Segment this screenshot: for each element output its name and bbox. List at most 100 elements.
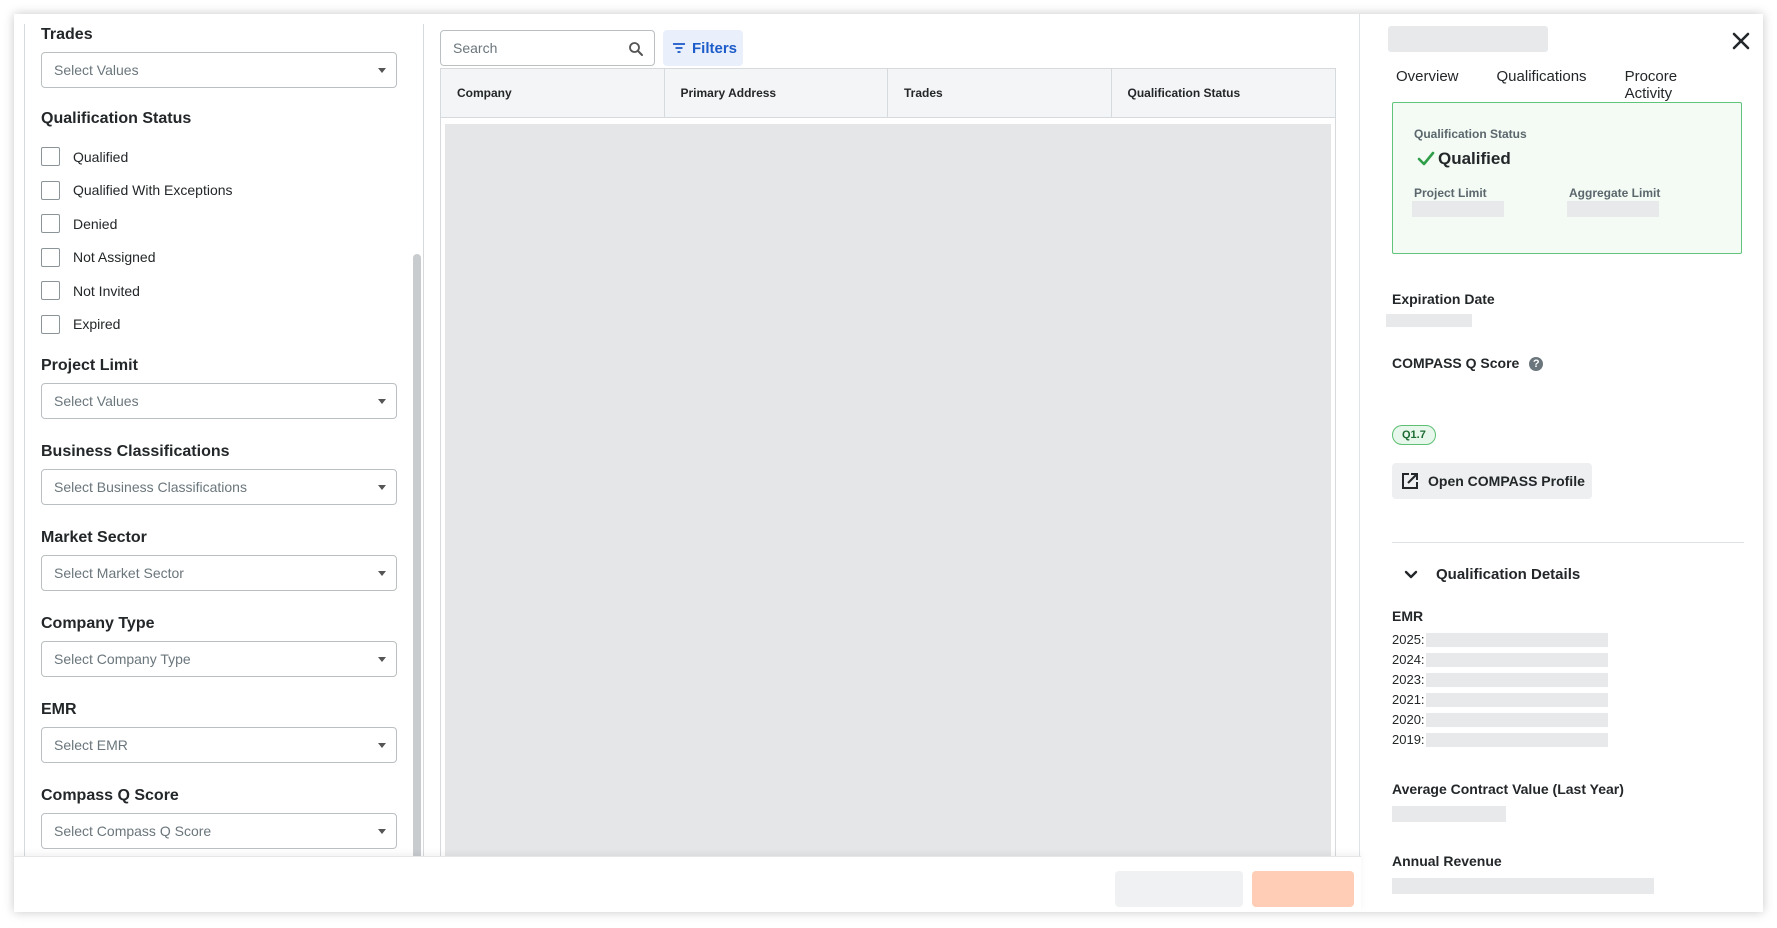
compass-q-score-heading: COMPASS Q Score ? bbox=[1392, 355, 1544, 372]
column-header-trades[interactable]: Trades bbox=[888, 69, 1112, 117]
filter-scrollbar[interactable] bbox=[413, 254, 421, 869]
checkbox-icon[interactable] bbox=[41, 214, 60, 234]
company-type-placeholder: Select Company Type bbox=[54, 651, 191, 667]
project-limit-placeholder bbox=[1412, 201, 1504, 217]
emr-year-row: 2024: bbox=[1392, 652, 1425, 667]
project-limit-label: Project Limit bbox=[1414, 186, 1487, 200]
checkbox-not-assigned[interactable]: Not Assigned bbox=[41, 241, 397, 275]
aggregate-limit-label: Aggregate Limit bbox=[1569, 186, 1661, 200]
caret-down-icon bbox=[378, 399, 386, 404]
emr-value-placeholder bbox=[1426, 653, 1608, 667]
compass-q-score-label: Compass Q Score bbox=[41, 787, 179, 804]
emr-year-row: 2025: bbox=[1392, 632, 1425, 647]
checkbox-icon[interactable] bbox=[41, 180, 60, 200]
company-detail-panel: Overview Qualifications Procore Activity… bbox=[1376, 14, 1763, 912]
qualification-details-toggle[interactable]: Qualification Details bbox=[1404, 566, 1580, 583]
checkbox-label: Qualified bbox=[73, 148, 129, 165]
filters-button-label: Filters bbox=[692, 39, 738, 57]
qualification-card: Qualification Status Qualified Project L… bbox=[1392, 102, 1742, 254]
tab-qualifications[interactable]: Qualifications bbox=[1496, 68, 1587, 106]
qualification-status-checkboxes: Qualified Qualified With Exceptions Deni… bbox=[41, 140, 397, 341]
checkbox-icon[interactable] bbox=[41, 147, 60, 167]
emr-value-placeholder bbox=[1426, 733, 1608, 747]
primary-button[interactable] bbox=[1252, 871, 1354, 907]
company-type-label: Company Type bbox=[41, 615, 155, 632]
emr-year-row: 2023: bbox=[1392, 672, 1425, 687]
filter-icon bbox=[673, 43, 685, 53]
checkbox-icon[interactable] bbox=[41, 314, 60, 334]
caret-down-icon bbox=[378, 485, 386, 490]
expiration-date-label: Expiration Date bbox=[1392, 291, 1495, 307]
modal-footer bbox=[14, 856, 1361, 912]
external-link-icon bbox=[1402, 473, 1418, 489]
emr-select[interactable]: Select EMR bbox=[41, 727, 397, 763]
chevron-down-icon bbox=[1404, 570, 1418, 578]
compass-q-score-label: COMPASS Q Score bbox=[1392, 355, 1520, 371]
compass-q-score-select[interactable]: Select Compass Q Score bbox=[41, 813, 397, 849]
emr-year-row: 2020: bbox=[1392, 712, 1425, 727]
checkbox-label: Expired bbox=[73, 316, 121, 333]
market-sector-label: Market Sector bbox=[41, 529, 147, 546]
aggregate-limit-placeholder bbox=[1567, 201, 1659, 217]
search-icon[interactable] bbox=[628, 41, 644, 57]
project-limit-placeholder: Select Values bbox=[54, 393, 139, 409]
column-header-company[interactable]: Company bbox=[441, 69, 665, 117]
help-icon[interactable]: ? bbox=[1529, 357, 1544, 372]
close-icon[interactable] bbox=[1730, 30, 1752, 52]
business-classifications-label: Business Classifications bbox=[41, 443, 230, 460]
expiration-date-placeholder bbox=[1386, 314, 1472, 327]
filters-button[interactable]: Filters bbox=[663, 30, 743, 66]
company-type-select[interactable]: Select Company Type bbox=[41, 641, 397, 677]
modal: Trades Select Values Qualification Statu… bbox=[14, 14, 1763, 912]
search-input[interactable]: Search bbox=[440, 30, 655, 66]
market-sector-select[interactable]: Select Market Sector bbox=[41, 555, 397, 591]
average-contract-value-placeholder bbox=[1392, 806, 1506, 822]
checkbox-denied[interactable]: Denied bbox=[41, 207, 397, 241]
market-sector-placeholder: Select Market Sector bbox=[54, 565, 184, 581]
caret-down-icon bbox=[378, 657, 386, 662]
trades-select[interactable]: Select Values bbox=[41, 52, 397, 88]
tab-overview[interactable]: Overview bbox=[1396, 68, 1459, 106]
checkbox-label: Not Assigned bbox=[73, 249, 156, 266]
checkbox-label: Qualified With Exceptions bbox=[73, 182, 233, 199]
business-classifications-select[interactable]: Select Business Classifications bbox=[41, 469, 397, 505]
checkbox-qualified[interactable]: Qualified bbox=[41, 140, 397, 174]
table-body-loading bbox=[445, 124, 1331, 869]
compass-q-score-placeholder: Select Compass Q Score bbox=[54, 823, 212, 839]
checkbox-icon[interactable] bbox=[41, 281, 60, 301]
caret-down-icon bbox=[378, 571, 386, 576]
business-classifications-placeholder: Select Business Classifications bbox=[54, 479, 247, 495]
secondary-button[interactable] bbox=[1115, 871, 1243, 907]
qualification-status-value: Qualified bbox=[1417, 149, 1511, 169]
open-compass-profile-button[interactable]: Open COMPASS Profile bbox=[1392, 463, 1592, 499]
qualification-status-text: Qualified bbox=[1438, 149, 1511, 168]
panel-divider bbox=[1359, 14, 1360, 912]
column-header-qualification-status[interactable]: Qualification Status bbox=[1112, 69, 1336, 117]
emr-value-placeholder bbox=[1426, 633, 1608, 647]
emr-placeholder: Select EMR bbox=[54, 737, 128, 753]
filter-panel: Trades Select Values Qualification Statu… bbox=[24, 24, 424, 870]
emr-heading: EMR bbox=[1392, 608, 1424, 624]
checkbox-expired[interactable]: Expired bbox=[41, 308, 397, 342]
checkbox-qualified-with-exceptions[interactable]: Qualified With Exceptions bbox=[41, 174, 397, 208]
checkbox-not-invited[interactable]: Not Invited bbox=[41, 274, 397, 308]
emr-value-placeholder bbox=[1426, 673, 1608, 687]
emr-year-row: 2019: bbox=[1392, 732, 1425, 747]
caret-down-icon bbox=[378, 68, 386, 73]
emr-label: EMR bbox=[41, 701, 77, 718]
annual-revenue-label: Annual Revenue bbox=[1392, 853, 1502, 869]
qualification-status-label: Qualification Status bbox=[41, 110, 192, 127]
column-header-primary-address[interactable]: Primary Address bbox=[665, 69, 888, 117]
project-limit-label: Project Limit bbox=[41, 357, 138, 374]
emr-year-row: 2021: bbox=[1392, 692, 1425, 707]
checkbox-label: Not Invited bbox=[73, 282, 140, 299]
trades-select-placeholder: Select Values bbox=[54, 62, 139, 78]
project-limit-select[interactable]: Select Values bbox=[41, 383, 397, 419]
checkbox-icon[interactable] bbox=[41, 247, 60, 267]
filter-list: Trades Select Values Qualification Statu… bbox=[41, 24, 397, 869]
qualification-details-label: Qualification Details bbox=[1436, 566, 1581, 583]
caret-down-icon bbox=[378, 829, 386, 834]
annual-revenue-placeholder bbox=[1392, 878, 1654, 894]
tab-procore-activity[interactable]: Procore Activity bbox=[1625, 68, 1725, 106]
emr-value-placeholder bbox=[1426, 693, 1608, 707]
